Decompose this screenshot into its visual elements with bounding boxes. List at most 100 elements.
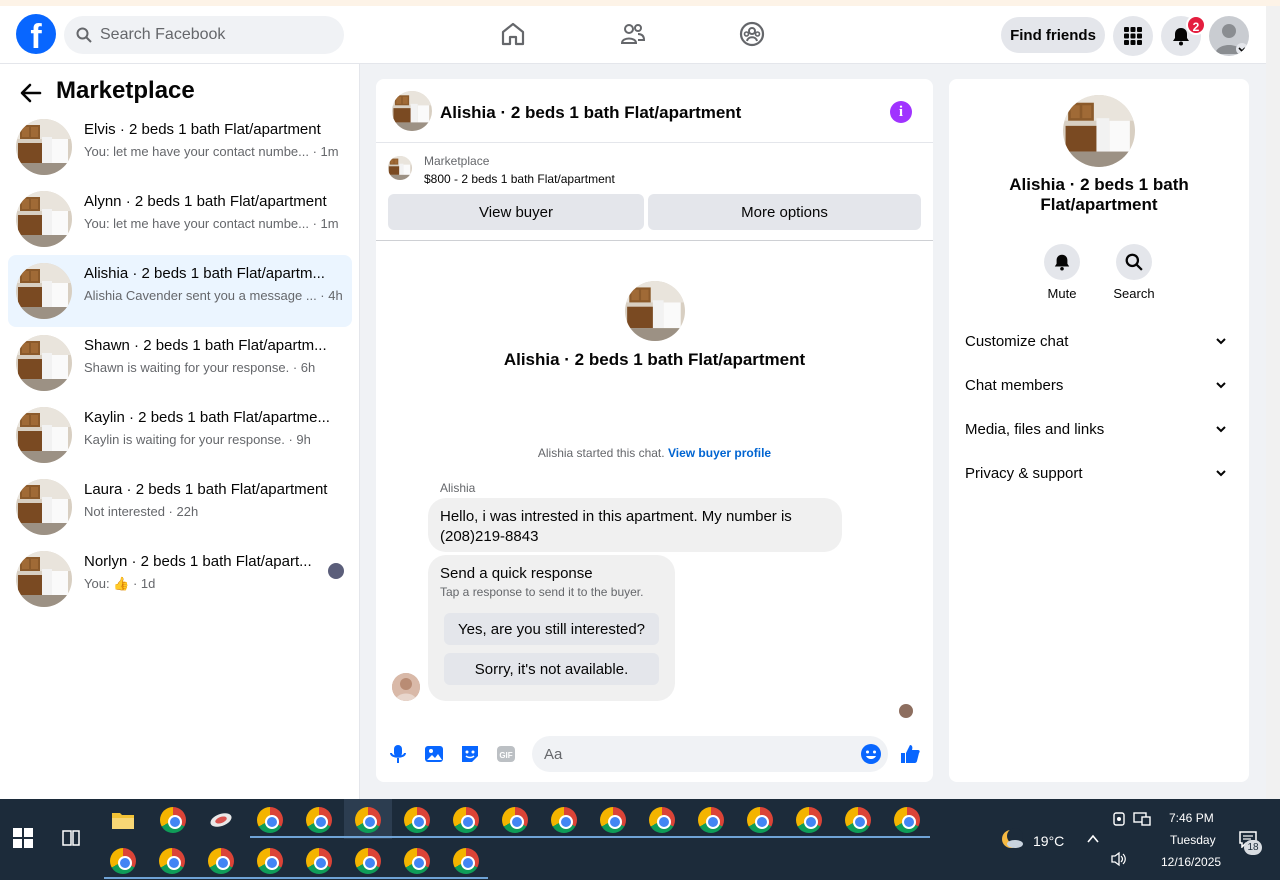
message-input[interactable]: [532, 736, 888, 772]
conversation-preview: Not interested · 22h: [84, 504, 199, 519]
chrome-icon[interactable]: [208, 848, 234, 874]
conversation-name: Kaylin · 2 beds 1 bath Flat/apartme...: [84, 409, 330, 426]
quick-no-button[interactable]: Sorry, it's not available.: [444, 653, 659, 685]
customize-chat-section[interactable]: Customize chat: [965, 321, 1233, 361]
chat-header: Alishia · 2 beds 1 bath Flat/apartment i: [376, 79, 933, 143]
chrome-icon[interactable]: [306, 848, 332, 874]
chrome-icon[interactable]: [404, 848, 430, 874]
listing-thumbnail: [16, 551, 72, 607]
chrome-icon[interactable]: [845, 807, 871, 833]
friends-icon[interactable]: [619, 20, 647, 48]
home-icon[interactable]: [499, 20, 527, 48]
search-input[interactable]: [100, 26, 330, 44]
bell-icon: [1054, 254, 1070, 271]
conversation-item[interactable]: Kaylin · 2 beds 1 bath Flat/apartme... K…: [8, 399, 352, 471]
microphone-icon[interactable]: [387, 743, 409, 765]
sender-photo: [392, 673, 420, 701]
page-title: Marketplace: [56, 77, 195, 104]
facebook-logo[interactable]: f: [16, 14, 56, 54]
conversation-item[interactable]: Shawn · 2 beds 1 bath Flat/apartm... Sha…: [8, 327, 352, 399]
back-arrow-icon[interactable]: [18, 80, 44, 106]
chrome-icon[interactable]: [355, 807, 381, 833]
seen-avatar: [899, 704, 913, 718]
chrome-icon[interactable]: [257, 807, 283, 833]
taskbar-running-indicator: [104, 877, 488, 879]
chrome-icon[interactable]: [160, 807, 186, 833]
conversation-item[interactable]: Elvis · 2 beds 1 bath Flat/apartment You…: [8, 111, 352, 183]
app-icon[interactable]: [208, 807, 234, 833]
chrome-icon[interactable]: [600, 807, 626, 833]
clock-time[interactable]: 7:46 PM: [1169, 811, 1214, 825]
chrome-icon[interactable]: [159, 848, 185, 874]
conversation-item[interactable]: Alynn · 2 beds 1 bath Flat/apartment You…: [8, 183, 352, 255]
chrome-icon[interactable]: [747, 807, 773, 833]
groups-icon[interactable]: [738, 20, 766, 48]
quick-yes-button[interactable]: Yes, are you still interested?: [444, 613, 659, 645]
chat-title[interactable]: Alishia · 2 beds 1 bath Flat/apartment: [440, 103, 741, 123]
chrome-icon[interactable]: [110, 848, 136, 874]
chrome-icon[interactable]: [404, 807, 430, 833]
search-box[interactable]: [64, 16, 344, 54]
page-scrollbar[interactable]: [1266, 6, 1280, 799]
mute-action[interactable]: Mute: [1032, 244, 1092, 301]
media-files-links-section[interactable]: Media, files and links: [965, 409, 1233, 449]
more-options-button[interactable]: More options: [648, 194, 921, 230]
privacy-support-section[interactable]: Privacy & support: [965, 453, 1233, 493]
search-action[interactable]: Search: [1104, 244, 1164, 301]
clock-date[interactable]: 12/16/2025: [1161, 855, 1221, 869]
sticker-icon[interactable]: [459, 743, 481, 765]
conversation-item[interactable]: Laura · 2 beds 1 bath Flat/apartment Not…: [8, 471, 352, 543]
chat-panel: Alishia · 2 beds 1 bath Flat/apartment i…: [376, 79, 933, 782]
photo-icon[interactable]: [423, 743, 445, 765]
chat-thumbnail[interactable]: [392, 91, 432, 131]
message-line: (208)219-8843: [440, 528, 539, 545]
gif-icon[interactable]: GIF: [495, 743, 517, 765]
chat-members-section[interactable]: Chat members: [965, 365, 1233, 405]
volume-icon[interactable]: [1110, 851, 1128, 867]
sender-name: Alishia: [440, 481, 476, 495]
listing-thumbnail: [16, 119, 72, 175]
clock-day[interactable]: Tuesday: [1170, 833, 1216, 847]
chrome-icon[interactable]: [796, 807, 822, 833]
quick-response-card: Send a quick response Tap a response to …: [428, 555, 675, 701]
chrome-icon[interactable]: [551, 807, 577, 833]
listing-thumbnail: [16, 335, 72, 391]
network-icon[interactable]: [1133, 811, 1151, 827]
chrome-icon[interactable]: [502, 807, 528, 833]
search-icon: [76, 27, 92, 43]
chrome-icon[interactable]: [649, 807, 675, 833]
info-icon[interactable]: i: [890, 101, 912, 123]
file-explorer-icon[interactable]: [110, 807, 136, 833]
conversation-preview: Alishia Cavender sent you a message ... …: [84, 288, 343, 303]
chevron-up-icon[interactable]: [1086, 832, 1100, 846]
view-buyer-button[interactable]: View buyer: [388, 194, 644, 230]
conversation-preview: Kaylin is waiting for your response. · 9…: [84, 432, 311, 447]
chrome-icon[interactable]: [257, 848, 283, 874]
section-label: Media, files and links: [965, 421, 1105, 438]
windows-start-icon[interactable]: [12, 827, 34, 849]
message-bubble[interactable]: Hello, i was intrested in this apartment…: [428, 498, 842, 552]
weather-moon-icon[interactable]: [1000, 827, 1026, 851]
conversation-item[interactable]: Norlyn · 2 beds 1 bath Flat/apart... You…: [8, 543, 352, 615]
meeting-icon[interactable]: [1111, 811, 1127, 827]
chrome-icon[interactable]: [698, 807, 724, 833]
find-friends-button[interactable]: Find friends: [1001, 17, 1105, 53]
view-buyer-profile-link[interactable]: View buyer profile: [668, 446, 771, 460]
conversation-preview: You: let me have your contact numbe... ·…: [84, 216, 339, 231]
like-icon[interactable]: [899, 743, 921, 765]
listing-price[interactable]: $800 - 2 beds 1 bath Flat/apartment: [424, 172, 615, 186]
sender-avatar[interactable]: [392, 673, 420, 701]
chrome-icon[interactable]: [453, 848, 479, 874]
emoji-icon[interactable]: [860, 743, 882, 765]
account-avatar[interactable]: [1209, 16, 1249, 56]
chrome-icon[interactable]: [453, 807, 479, 833]
chrome-icon[interactable]: [306, 807, 332, 833]
chrome-icon[interactable]: [894, 807, 920, 833]
menu-button[interactable]: [1113, 16, 1153, 56]
chrome-icon[interactable]: [355, 848, 381, 874]
conversation-item-active[interactable]: Alishia · 2 beds 1 bath Flat/apartm... A…: [8, 255, 352, 327]
task-view-icon[interactable]: [60, 827, 82, 849]
svg-text:GIF: GIF: [499, 751, 512, 760]
listing-thumbnail: [388, 156, 412, 180]
conversation-preview: You: 👍 · 1d: [84, 576, 156, 591]
